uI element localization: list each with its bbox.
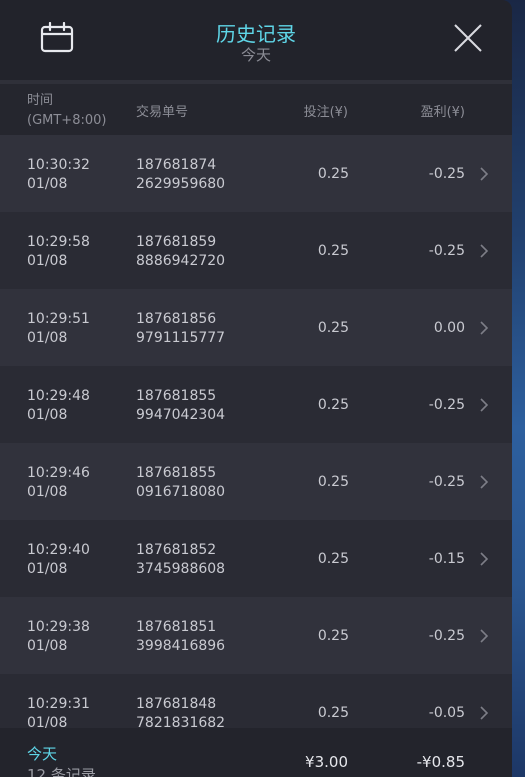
column-header-row: 时间 (GMT+8:00) 交易单号 投注(¥) 盈利(¥): [0, 84, 512, 135]
footer-total-pnl: -¥0.85: [416, 753, 465, 771]
row-trade-id: 187681855 9947042304: [136, 387, 225, 425]
column-bet: 投注(¥): [303, 105, 348, 120]
row-bet: 0.25: [317, 166, 349, 182]
row-trade-id-part1: 187681874: [136, 157, 217, 173]
close-icon[interactable]: [452, 22, 484, 54]
row-trade-id-part2: 0916718080: [136, 484, 226, 500]
row-bet: 0.25: [317, 474, 349, 490]
row-trade-id-part1: 187681855: [136, 465, 217, 481]
row-time-clock: 10:29:51: [27, 311, 90, 327]
column-trade-id: 交易单号: [136, 105, 189, 120]
column-time-zone: (GMT+8:00): [27, 113, 107, 128]
history-row[interactable]: 10:29:58 01/08 187681859 8886942720 0.25 -0.2…: [0, 212, 512, 289]
row-trade-id-part2: 9791115777: [136, 330, 226, 346]
chevron-right-icon[interactable]: [479, 320, 489, 336]
column-time: 时间 (GMT+8:00): [27, 91, 106, 131]
row-trade-id-part2: 7821831682: [136, 715, 226, 728]
chevron-right-icon[interactable]: [479, 397, 489, 413]
row-trade-id-part2: 3745988608: [136, 561, 226, 577]
chevron-right-icon[interactable]: [479, 705, 489, 721]
row-time-clock: 10:29:38: [27, 619, 90, 635]
row-trade-id: 187681874 2629959680: [136, 156, 225, 194]
row-trade-id-part1: 187681848: [136, 696, 217, 712]
row-time: 10:30:32 01/08: [27, 156, 90, 194]
row-time-date: 01/08: [27, 330, 68, 346]
row-time-clock: 10:29:31: [27, 696, 90, 712]
row-pnl: -0.25: [428, 397, 465, 413]
row-time-clock: 10:29:46: [27, 465, 90, 481]
page-subtitle: 今天: [240, 46, 271, 64]
row-time: 10:29:51 01/08: [27, 310, 90, 348]
row-time: 10:29:58 01/08: [27, 233, 90, 271]
row-trade-id: 187681848 7821831682: [136, 695, 225, 728]
row-time-clock: 10:30:32: [27, 157, 90, 173]
footer-total-bet: ¥3.00: [305, 753, 348, 771]
row-pnl: -0.25: [428, 628, 465, 644]
row-bet: 0.25: [317, 628, 349, 644]
row-bet: 0.25: [317, 243, 349, 259]
row-pnl: -0.25: [428, 166, 465, 182]
row-trade-id: 187681859 8886942720: [136, 233, 225, 271]
row-trade-id-part2: 2629959680: [136, 176, 226, 192]
row-time-date: 01/08: [27, 561, 68, 577]
row-time-date: 01/08: [27, 638, 68, 654]
row-trade-id-part1: 187681852: [136, 542, 217, 558]
row-time-date: 01/08: [27, 253, 68, 269]
row-bet: 0.25: [317, 397, 349, 413]
history-panel: 历史记录 今天 时间 (GMT+8:00) 交易单号 投注(¥) 盈利(¥) 1…: [0, 0, 512, 777]
row-trade-id-part1: 187681859: [136, 234, 217, 250]
row-time-date: 01/08: [27, 407, 68, 423]
history-row[interactable]: 10:29:51 01/08 187681856 9791115777 0.25 0.00: [0, 289, 512, 366]
row-bet: 0.25: [317, 705, 349, 721]
row-pnl: 0.00: [433, 320, 465, 336]
row-trade-id: 187681851 3998416896: [136, 618, 225, 656]
row-trade-id-part2: 9947042304: [136, 407, 226, 423]
row-pnl: -0.05: [428, 705, 465, 721]
row-pnl: -0.25: [428, 243, 465, 259]
history-row[interactable]: 10:29:46 01/08 187681855 0916718080 0.25 -0.2…: [0, 443, 512, 520]
history-row[interactable]: 10:30:32 01/08 187681874 2629959680 0.25 -0.2…: [0, 135, 512, 212]
row-trade-id-part2: 3998416896: [136, 638, 226, 654]
footer-record-count: 12 条记录: [27, 766, 96, 777]
history-row[interactable]: 10:29:31 01/08 187681848 7821831682 0.25 -0.0…: [0, 674, 512, 728]
row-time-date: 01/08: [27, 176, 68, 192]
row-bet: 0.25: [317, 551, 349, 567]
chevron-right-icon[interactable]: [479, 551, 489, 567]
row-time: 10:29:40 01/08: [27, 541, 90, 579]
row-trade-id-part2: 8886942720: [136, 253, 226, 269]
chevron-right-icon[interactable]: [479, 474, 489, 490]
row-pnl: -0.25: [428, 474, 465, 490]
row-time-clock: 10:29:48: [27, 388, 90, 404]
row-trade-id-part1: 187681856: [136, 311, 217, 327]
row-trade-id: 187681855 0916718080: [136, 464, 225, 502]
history-row[interactable]: 10:29:40 01/08 187681852 3745988608 0.25 -0.1…: [0, 520, 512, 597]
footer-period: 今天: [27, 745, 58, 763]
page-title: 历史记录: [216, 22, 296, 46]
row-trade-id-part1: 187681855: [136, 388, 217, 404]
chevron-right-icon[interactable]: [479, 166, 489, 182]
history-row[interactable]: 10:29:48 01/08 187681855 9947042304 0.25 -0.2…: [0, 366, 512, 443]
row-time-clock: 10:29:40: [27, 542, 90, 558]
row-time-date: 01/08: [27, 484, 68, 500]
row-time: 10:29:48 01/08: [27, 387, 90, 425]
summary-footer: 今天 12 条记录 ¥3.00 -¥0.85: [0, 728, 512, 777]
row-pnl: -0.15: [428, 551, 465, 567]
panel-header: 历史记录 今天: [0, 0, 512, 80]
row-bet: 0.25: [317, 320, 349, 336]
row-time: 10:29:38 01/08: [27, 618, 90, 656]
column-pnl: 盈利(¥): [420, 105, 465, 120]
row-trade-id-part1: 187681851: [136, 619, 217, 635]
row-time: 10:29:31 01/08: [27, 695, 90, 728]
row-time-clock: 10:29:58: [27, 234, 90, 250]
chevron-right-icon[interactable]: [479, 243, 489, 259]
row-trade-id: 187681852 3745988608: [136, 541, 225, 579]
history-list[interactable]: 10:30:32 01/08 187681874 2629959680 0.25 -0.2…: [0, 135, 512, 728]
history-row[interactable]: 10:29:38 01/08 187681851 3998416896 0.25 -0.2…: [0, 597, 512, 674]
chevron-right-icon[interactable]: [479, 628, 489, 644]
row-time-date: 01/08: [27, 715, 68, 728]
row-trade-id: 187681856 9791115777: [136, 310, 225, 348]
row-time: 10:29:46 01/08: [27, 464, 90, 502]
column-time-label: 时间: [27, 93, 54, 108]
